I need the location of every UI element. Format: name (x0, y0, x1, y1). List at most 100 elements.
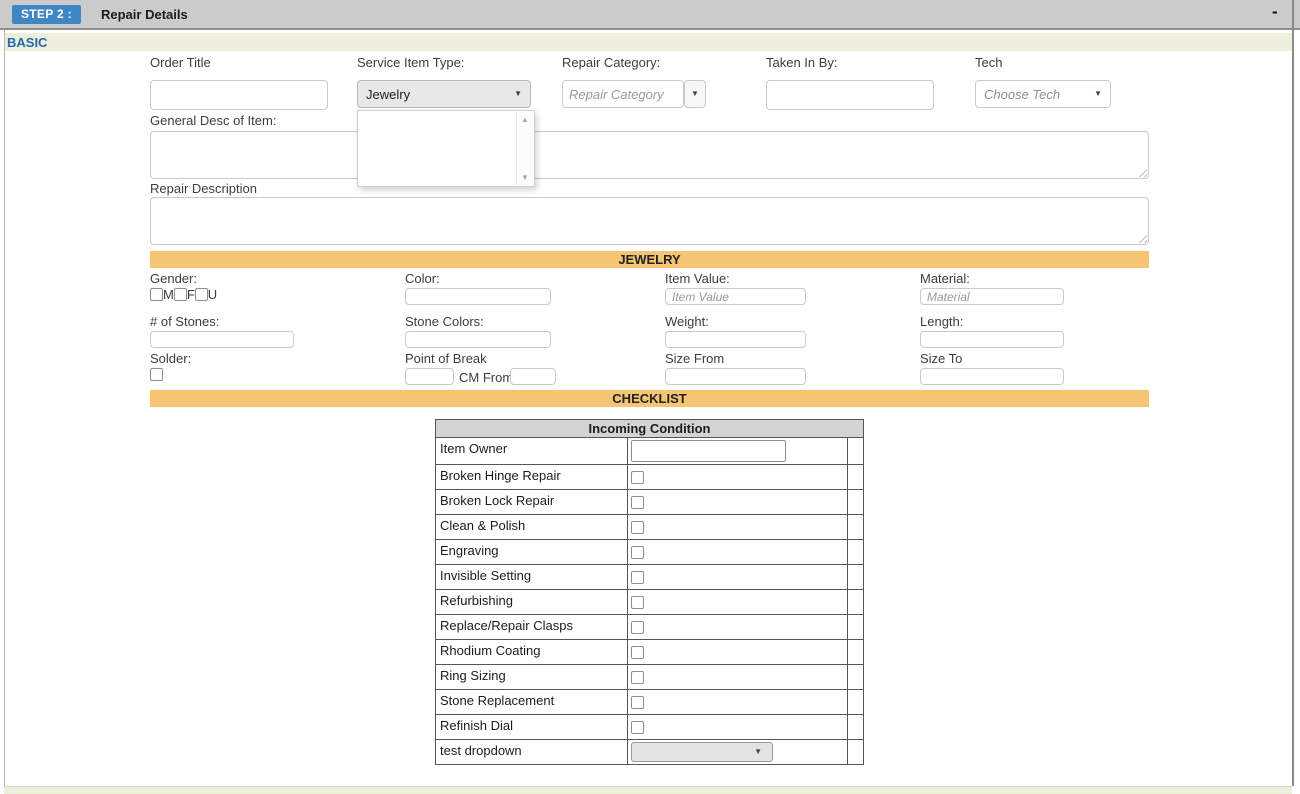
length-input[interactable] (920, 331, 1064, 348)
checklist-checkbox[interactable] (631, 521, 644, 534)
tech-placeholder: Choose Tech (984, 87, 1060, 102)
size-to-input[interactable] (920, 368, 1064, 385)
checklist-checkbox[interactable] (631, 546, 644, 559)
row-label: Refurbishing (436, 590, 628, 614)
panel-left-border (4, 30, 5, 786)
row-control-cell (628, 465, 848, 489)
row-control-cell (628, 690, 848, 714)
row-label: Clean & Polish (436, 515, 628, 539)
gender-option-label: M (163, 287, 174, 302)
repair-category-dropdown-button[interactable]: ▼ (684, 80, 706, 108)
general-desc-textarea[interactable] (150, 131, 1149, 179)
incoming-condition-title: Incoming Condition (436, 420, 863, 438)
tech-label: Tech (975, 55, 1002, 70)
gender-options: MFU (150, 287, 217, 302)
basic-section-label: BASIC (7, 35, 47, 50)
gender-checkbox[interactable] (150, 288, 163, 301)
row-spacer-cell (848, 438, 860, 464)
gender-option[interactable]: M (150, 287, 174, 302)
scroll-up-icon[interactable]: ▲ (517, 115, 533, 124)
order-title-label: Order Title (150, 55, 211, 70)
checklist-checkbox[interactable] (631, 471, 644, 484)
incoming-condition-table: Incoming Condition Item Owner Broken Hin… (435, 419, 864, 765)
solder-label: Solder: (150, 351, 191, 366)
repair-category-label: Repair Category: (562, 55, 660, 70)
row-label: Broken Lock Repair (436, 490, 628, 514)
repair-description-textarea[interactable] (150, 197, 1149, 245)
checklist-checkbox[interactable] (631, 721, 644, 734)
checklist-checkbox[interactable] (631, 496, 644, 509)
row-label: test dropdown (436, 740, 628, 764)
repair-category-input[interactable] (562, 80, 684, 108)
stone-colors-input[interactable] (405, 331, 551, 348)
taken-in-by-input[interactable] (766, 80, 934, 110)
dropdown-option[interactable] (358, 114, 517, 135)
row-label: Replace/Repair Clasps (436, 615, 628, 639)
service-item-type-value: Jewelry (366, 87, 410, 102)
chevron-down-icon: ▼ (754, 748, 762, 756)
checklist-checkbox[interactable] (631, 646, 644, 659)
minimize-icon[interactable]: - (1272, 3, 1278, 21)
chevron-down-icon: ▼ (514, 90, 522, 98)
material-input[interactable] (920, 288, 1064, 305)
color-label: Color: (405, 271, 440, 286)
row-spacer-cell (848, 665, 860, 689)
general-desc-label: General Desc of Item: (150, 113, 276, 128)
gender-option-label: U (208, 287, 217, 302)
checklist-checkbox[interactable] (631, 571, 644, 584)
gender-option[interactable]: U (195, 287, 217, 302)
point-of-break-label: Point of Break (405, 351, 487, 366)
table-row: Refinish Dial (436, 715, 863, 740)
row-spacer-cell (848, 490, 860, 514)
row-label: Invisible Setting (436, 565, 628, 589)
basic-section-bar: BASIC (5, 33, 1292, 51)
order-title-input[interactable] (150, 80, 328, 110)
table-row: Clean & Polish (436, 515, 863, 540)
dropdown-scrollbar[interactable]: ▲ ▼ (516, 112, 533, 185)
table-row: Replace/Repair Clasps (436, 615, 863, 640)
checklist-checkbox[interactable] (631, 621, 644, 634)
row-spacer-cell (848, 615, 860, 639)
gender-checkbox[interactable] (195, 288, 208, 301)
checklist-checkbox[interactable] (631, 671, 644, 684)
step-badge: STEP 2 : (12, 5, 81, 24)
service-item-type-select[interactable]: Jewelry ▼ (357, 80, 531, 108)
weight-input[interactable] (665, 331, 806, 348)
length-label: Length: (920, 314, 963, 329)
gender-option[interactable]: F (174, 287, 195, 302)
window-titlebar: STEP 2 : Repair Details - (0, 0, 1300, 30)
page-title: Repair Details (101, 7, 188, 22)
dropdown-option[interactable] (358, 156, 517, 177)
color-input[interactable] (405, 288, 551, 305)
solder-checkbox[interactable] (150, 368, 163, 381)
table-row: Stone Replacement (436, 690, 863, 715)
item-owner-input[interactable] (631, 440, 786, 462)
tech-select[interactable]: Choose Tech ▼ (975, 80, 1111, 108)
item-value-input[interactable] (665, 288, 806, 305)
scroll-down-icon[interactable]: ▼ (517, 173, 533, 182)
row-label: Item Owner (436, 438, 628, 464)
size-from-label: Size From (665, 351, 724, 366)
test-dropdown-select[interactable]: ▼ (631, 742, 773, 762)
checklist-checkbox[interactable] (631, 596, 644, 609)
size-from-input[interactable] (665, 368, 806, 385)
size-to-label: Size To (920, 351, 962, 366)
row-label: Engraving (436, 540, 628, 564)
checklist-section-header: CHECKLIST (150, 390, 1149, 407)
row-control-cell (628, 515, 848, 539)
service-item-type-dropdown: ▲ ▼ (357, 110, 535, 187)
table-row: Refurbishing (436, 590, 863, 615)
table-row: Invisible Setting (436, 565, 863, 590)
num-stones-input[interactable] (150, 331, 294, 348)
num-stones-label: # of Stones: (150, 314, 219, 329)
row-control-cell (628, 565, 848, 589)
jewelry-section-header: JEWELRY (150, 251, 1149, 268)
checklist-checkbox[interactable] (631, 696, 644, 709)
row-control-cell (628, 540, 848, 564)
cm-from-input[interactable] (510, 368, 556, 385)
gender-checkbox[interactable] (174, 288, 187, 301)
dropdown-option[interactable] (358, 135, 517, 156)
row-control-cell (628, 615, 848, 639)
chevron-down-icon: ▼ (1094, 90, 1102, 98)
point-of-break-input[interactable] (405, 368, 454, 385)
